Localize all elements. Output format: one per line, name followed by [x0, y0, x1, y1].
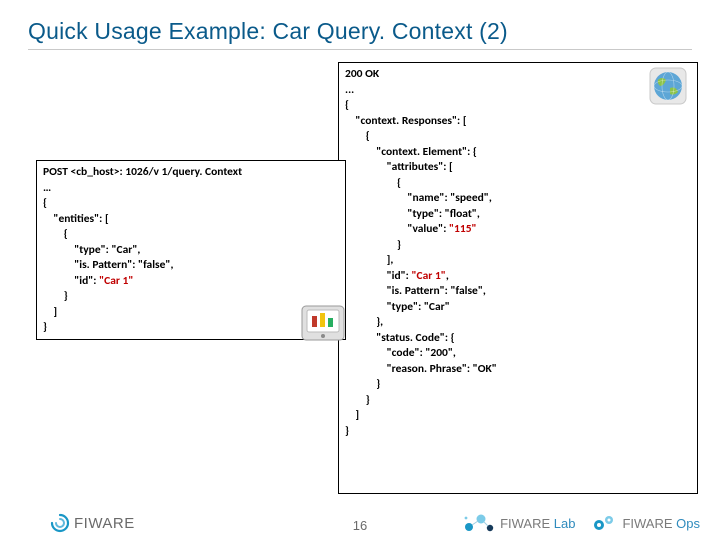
fiware-logo: FIWARE: [50, 513, 135, 533]
resp-l16: "type": "Car": [345, 300, 450, 314]
fiware-ops-text: FIWARE Ops: [622, 516, 700, 531]
resp-l19: "code": "200",: [345, 346, 456, 360]
req-l6: "type": "Car",: [43, 243, 140, 257]
resp-l9: "name": "speed",: [345, 191, 492, 205]
footer: FIWARE FIWARE Lab: [0, 503, 720, 543]
req-l8a: "id":: [43, 274, 99, 288]
resp-l10: "type": "float",: [345, 207, 480, 221]
resp-l11b-value: "115": [449, 222, 477, 236]
resp-l24: }: [345, 424, 349, 438]
resp-l13: ],: [345, 253, 393, 267]
resp-l14c: ,: [446, 269, 449, 283]
globe-icon: [646, 64, 690, 108]
response-code-box: 200 OK ... { "context. Responses": [ { "…: [338, 62, 698, 494]
resp-l23: ]: [345, 408, 359, 422]
lab-suffix: Lab: [554, 516, 576, 531]
req-l4: "entities": [: [43, 212, 109, 226]
resp-l2: ...: [345, 83, 354, 97]
fiware-logo-text: FIWARE: [74, 515, 135, 532]
req-l11: }: [43, 320, 47, 334]
lab-prefix: FIWARE: [500, 516, 554, 531]
resp-l3: {: [345, 98, 349, 112]
resp-l5: {: [345, 129, 370, 143]
resp-l11a: "value":: [345, 222, 449, 236]
resp-l8: {: [345, 176, 401, 190]
resp-l1: 200 OK: [345, 67, 379, 81]
req-l7: "is. Pattern": "false",: [43, 258, 173, 272]
req-l10: ]: [43, 305, 57, 319]
ops-suffix: Ops: [676, 516, 700, 531]
resp-l17: },: [345, 315, 383, 329]
resp-l18: "status. Code": {: [345, 331, 455, 345]
resp-l22: }: [345, 393, 370, 407]
ops-prefix: FIWARE: [622, 516, 676, 531]
req-l5: {: [43, 227, 68, 241]
resp-l14b-id: "Car 1": [411, 269, 445, 283]
req-l8b-id: "Car 1": [99, 274, 133, 288]
resp-l14a: "id":: [345, 269, 411, 283]
slide: Quick Usage Example: Car Query. Context …: [0, 0, 720, 553]
resp-l20: "reason. Phrase": "OK": [345, 362, 497, 376]
resp-l21: }: [345, 377, 380, 391]
fiware-swirl-icon: [50, 513, 70, 533]
footer-right-logos: FIWARE Lab FIWARE Ops: [463, 513, 700, 533]
resp-l4: "context. Responses": [: [345, 114, 467, 128]
fiware-lab-text: FIWARE Lab: [500, 516, 575, 531]
req-l1: POST <cb_host>: 1026/v 1/query. Context: [43, 165, 242, 179]
req-l9: }: [43, 289, 68, 303]
slide-title: Quick Usage Example: Car Query. Context …: [28, 18, 692, 50]
resp-l15: "is. Pattern": "false",: [345, 284, 486, 298]
resp-l12: }: [345, 238, 401, 252]
fiware-ops-logo: FIWARE Ops: [591, 513, 700, 533]
content-area: 200 OK ... { "context. Responses": [ { "…: [28, 60, 692, 500]
molecule-icon: [463, 513, 495, 533]
gears-icon: [591, 513, 617, 533]
resp-l7: "attributes": [: [345, 160, 453, 174]
fiware-lab-logo: FIWARE Lab: [463, 513, 575, 533]
req-l2: …: [43, 181, 51, 195]
resp-l6: "context. Element": {: [345, 145, 477, 159]
req-l3: {: [43, 196, 47, 210]
device-icon: [298, 300, 348, 346]
